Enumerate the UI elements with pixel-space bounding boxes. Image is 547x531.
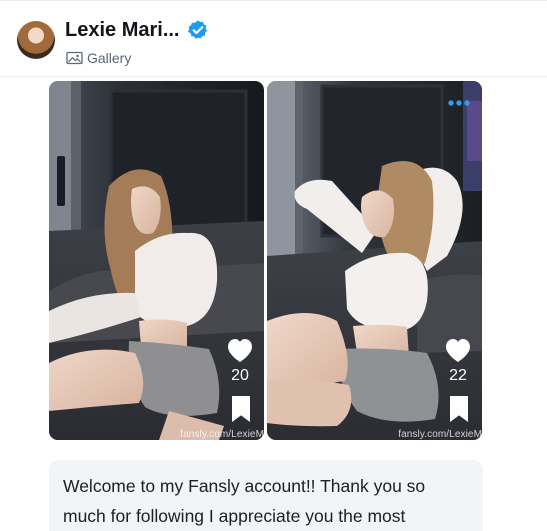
post-view: Lexie Mari... Gallery fansly.com/LexieM … — [0, 0, 547, 531]
more-dots-icon[interactable] — [448, 99, 470, 107]
bookmark-icon[interactable] — [448, 395, 470, 423]
creator-name[interactable]: Lexie Mari... — [65, 19, 180, 42]
photo-2 — [267, 81, 482, 440]
gallery-image-2[interactable]: fansly.com/LexieM 22 — [267, 81, 482, 440]
like-control[interactable]: 22 — [443, 337, 473, 385]
gallery-icon — [66, 51, 83, 65]
watermark: fansly.com/LexieM — [398, 429, 482, 440]
like-count: 20 — [231, 367, 249, 384]
post-type-row: Gallery — [66, 49, 131, 67]
watermark: fansly.com/LexieM — [180, 429, 264, 440]
heart-icon[interactable] — [444, 337, 472, 363]
like-control[interactable]: 20 — [225, 337, 255, 385]
caption-text: Welcome to my Fansly account!! Thank you… — [63, 476, 426, 526]
avatar[interactable] — [17, 21, 55, 59]
like-count: 22 — [449, 367, 467, 384]
bookmark-icon[interactable] — [230, 395, 252, 423]
photo-1 — [49, 81, 264, 440]
creator-name-row: Lexie Mari... — [65, 17, 209, 43]
post-header: Lexie Mari... Gallery — [0, 0, 547, 77]
heart-icon[interactable] — [226, 337, 254, 363]
post-caption: Welcome to my Fansly account!! Thank you… — [49, 460, 483, 531]
verified-badge-icon — [187, 20, 207, 39]
gallery-image-1[interactable]: fansly.com/LexieM 20 — [49, 81, 264, 440]
post-type-label: Gallery — [87, 50, 132, 66]
